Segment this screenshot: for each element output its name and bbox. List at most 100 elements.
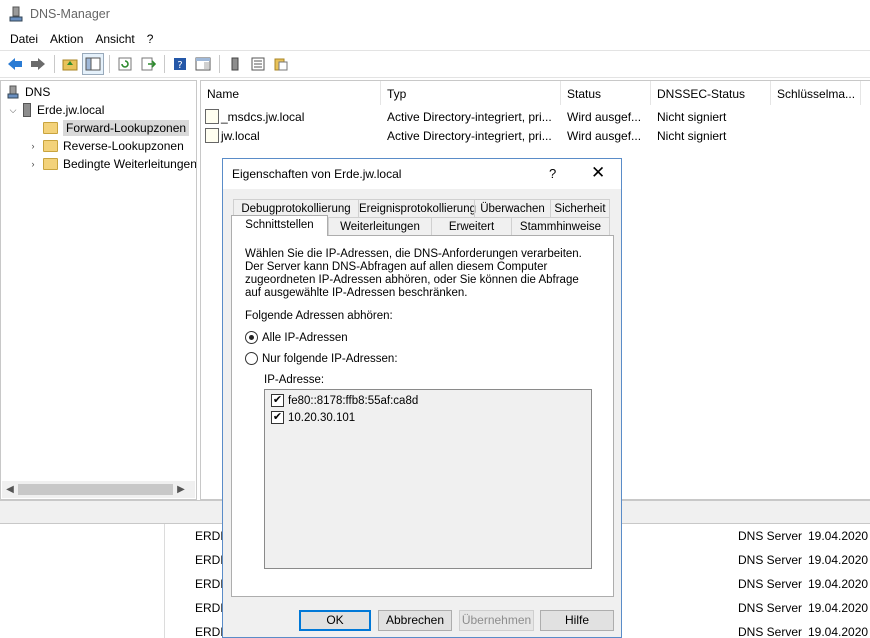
radio-only-following-ip-addresses[interactable]: Nur folgende IP-Adressen: xyxy=(245,352,398,365)
ip-address: fe80::8178:ffb8:55af:ca8d xyxy=(288,394,419,407)
tab-ueberwachen[interactable]: Überwachen xyxy=(474,199,550,217)
event-log-gutter xyxy=(0,524,165,638)
list-header: Name Typ Status DNSSEC-Status Schlüsselm… xyxy=(201,81,870,105)
clipboard-icon[interactable] xyxy=(270,53,292,75)
menu-bar: Datei Aktion Ansicht ? xyxy=(0,28,870,49)
tab-ereignisprotokollierung[interactable]: Ereignisprotokollierung xyxy=(358,199,476,217)
server-icon[interactable] xyxy=(224,53,246,75)
scrollbar-thumb[interactable] xyxy=(18,484,173,495)
log-date: 19.04.2020 xyxy=(808,529,869,543)
zone-icon xyxy=(205,128,219,143)
dialog-help-button[interactable]: ? xyxy=(549,166,556,181)
folder-icon xyxy=(43,140,58,152)
column-header-typ[interactable]: Typ xyxy=(381,81,561,105)
ip-address-list: ✔ fe80::8178:ffb8:55af:ca8d ✔ 10.20.30.1… xyxy=(264,389,592,569)
checkbox-checked[interactable]: ✔ xyxy=(271,411,284,424)
log-source: DNS Server xyxy=(738,601,803,615)
tree-item-label: Forward-Lookupzonen xyxy=(63,120,190,136)
scroll-left-icon[interactable]: ◀ xyxy=(2,484,18,495)
tree-item-label: DNS xyxy=(25,85,51,99)
window-title: DNS-Manager xyxy=(30,7,110,21)
tab-weiterleitungen[interactable]: Weiterleitungen xyxy=(328,217,431,235)
column-header-dnssec-status[interactable]: DNSSEC-Status xyxy=(651,81,771,105)
zone-name: jw.local xyxy=(221,128,260,143)
list-icon[interactable] xyxy=(247,53,269,75)
forward-arrow-icon[interactable] xyxy=(27,53,49,75)
menu-datei[interactable]: Datei xyxy=(4,32,44,46)
svg-text:?: ? xyxy=(177,60,182,71)
refresh-icon[interactable] xyxy=(114,53,136,75)
tab-stammhinweise[interactable]: Stammhinweise xyxy=(511,217,610,235)
tree-item-server[interactable]: ⌵ Erde.jw.local xyxy=(7,101,104,119)
table-row[interactable]: jw.local Active Directory-integriert, pr… xyxy=(201,126,771,145)
log-date: 19.04.2020 xyxy=(808,601,869,615)
chevron-down-icon[interactable]: ⌵ xyxy=(7,105,19,116)
apply-button[interactable]: Übernehmen xyxy=(459,610,534,631)
toolbar: ? xyxy=(0,50,870,78)
tree-pane: DNS ⌵ Erde.jw.local Forward-Lookupzonen … xyxy=(0,80,197,500)
log-source: DNS Server xyxy=(738,577,803,591)
zone-icon xyxy=(205,109,219,124)
zone-status: Wird ausgef... xyxy=(567,128,642,143)
listen-label: Folgende Adressen abhören: xyxy=(245,310,393,322)
column-header-name[interactable]: Name xyxy=(201,81,381,105)
menu-help[interactable]: ? xyxy=(141,32,160,46)
zone-name: _msdcs.jw.local xyxy=(221,109,305,124)
dialog-title-bar: Eigenschaften von Erde.jw.local ? ✕ xyxy=(223,159,621,189)
list-item[interactable]: ✔ 10.20.30.101 xyxy=(271,411,355,424)
log-source: DNS Server xyxy=(738,529,803,543)
folder-icon xyxy=(43,158,58,170)
cancel-button[interactable]: Abbrechen xyxy=(378,610,452,631)
radio-label: Alle IP-Adressen xyxy=(262,331,348,344)
back-arrow-icon[interactable] xyxy=(4,53,26,75)
radio-button[interactable] xyxy=(245,352,258,365)
tab-erweitert[interactable]: Erweitert xyxy=(431,217,511,235)
chevron-right-icon[interactable]: › xyxy=(27,159,39,169)
column-header-status[interactable]: Status xyxy=(561,81,651,105)
radio-button-checked[interactable] xyxy=(245,331,258,344)
folder-icon xyxy=(43,122,58,134)
table-row[interactable]: _msdcs.jw.local Active Directory-integri… xyxy=(201,107,771,126)
zone-status: Wird ausgef... xyxy=(567,109,642,124)
toolbar-separator xyxy=(219,55,220,73)
tree-item-label: Erde.jw.local xyxy=(37,103,105,117)
tree-item-bedingte-weiterleitungen[interactable]: › Bedingte Weiterleitungen xyxy=(27,155,197,173)
help-button[interactable]: Hilfe xyxy=(540,610,614,631)
tab-sicherheit[interactable]: Sicherheit xyxy=(550,199,610,217)
help-icon[interactable]: ? xyxy=(169,53,191,75)
menu-ansicht[interactable]: Ansicht xyxy=(89,32,140,46)
tab-schnittstellen[interactable]: Schnittstellen xyxy=(231,215,328,236)
dns-icon xyxy=(7,85,19,99)
tab-panel-schnittstellen: Wählen Sie die IP-Adressen, die DNS-Anfo… xyxy=(231,235,614,597)
list-item[interactable]: ✔ fe80::8178:ffb8:55af:ca8d xyxy=(271,394,418,407)
tree-item-dns[interactable]: DNS xyxy=(7,83,50,101)
properties-pane-icon[interactable] xyxy=(192,53,214,75)
zone-type: Active Directory-integriert, pri... xyxy=(387,128,552,143)
horizontal-scrollbar[interactable]: ◀ ▶ xyxy=(2,481,195,498)
column-header-schluesselmaster[interactable]: Schlüsselma... xyxy=(771,81,861,105)
tree-item-reverse-lookupzonen[interactable]: › Reverse-Lookupzonen xyxy=(27,137,184,155)
toolbar-separator xyxy=(54,55,55,73)
zone-dnssec-status: Nicht signiert xyxy=(657,109,727,124)
toolbar-separator xyxy=(164,55,165,73)
tree-item-forward-lookupzonen[interactable]: Forward-Lookupzonen xyxy=(27,119,190,137)
zone-dnssec-status: Nicht signiert xyxy=(657,128,727,143)
chevron-right-icon[interactable]: › xyxy=(27,141,39,151)
log-date: 19.04.2020 xyxy=(808,625,869,638)
dialog-title: Eigenschaften von Erde.jw.local xyxy=(232,167,402,181)
tree-item-label: Reverse-Lookupzonen xyxy=(63,139,184,153)
show-hide-tree-icon[interactable] xyxy=(82,53,104,75)
close-icon[interactable]: ✕ xyxy=(591,163,605,183)
up-folder-icon[interactable] xyxy=(59,53,81,75)
checkbox-checked[interactable]: ✔ xyxy=(271,394,284,407)
dns-manager-icon xyxy=(9,6,23,22)
radio-label: Nur folgende IP-Adressen: xyxy=(262,352,398,365)
menu-aktion[interactable]: Aktion xyxy=(44,32,89,46)
toolbar-separator xyxy=(109,55,110,73)
export-list-icon[interactable] xyxy=(137,53,159,75)
radio-all-ip-addresses[interactable]: Alle IP-Adressen xyxy=(245,331,348,344)
zone-type: Active Directory-integriert, pri... xyxy=(387,109,552,124)
server-icon xyxy=(23,103,31,117)
ok-button[interactable]: OK xyxy=(299,610,371,631)
scroll-right-icon[interactable]: ▶ xyxy=(173,484,189,495)
